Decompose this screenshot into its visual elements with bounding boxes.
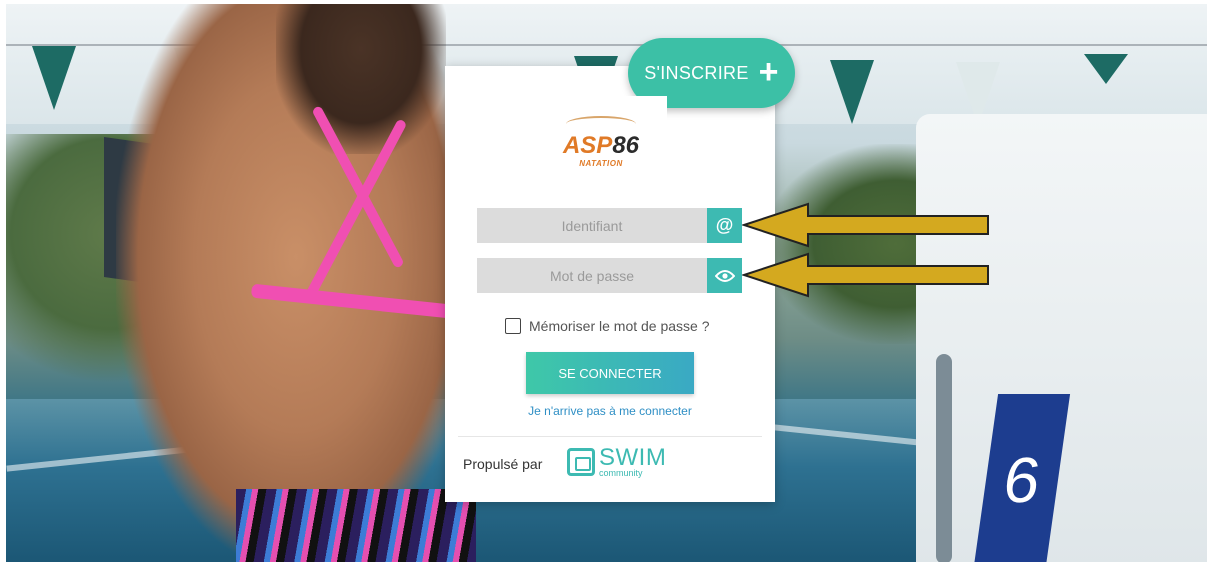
annotation-arrow	[742, 252, 989, 298]
powered-by-label: Propulsé par	[463, 456, 543, 472]
username-field: @	[477, 208, 742, 243]
remember-label: Mémoriser le mot de passe ?	[529, 318, 710, 334]
forgot-link[interactable]: Je n'arrive pas à me connecter	[445, 404, 775, 418]
annotation-arrow	[742, 202, 989, 248]
bunting-flag	[32, 46, 76, 110]
bunting-flag	[830, 60, 874, 124]
logo-brand: ASP86	[563, 134, 639, 158]
bunting-flag	[1084, 54, 1128, 84]
divider	[458, 436, 762, 437]
plus-icon: +	[758, 52, 779, 91]
swim-community-logo[interactable]: SWIM community	[567, 446, 666, 478]
crest-icon	[566, 116, 636, 132]
login-button[interactable]: SE CONNECTER	[526, 352, 694, 394]
signup-label: S'INSCRIRE	[644, 62, 749, 83]
swimmer-hair	[276, 4, 446, 154]
swim-logo-icon	[567, 448, 595, 476]
logo-brand-left: ASP	[562, 132, 613, 159]
logo-subtitle: NATATION	[579, 159, 623, 168]
club-logo: ASP86 NATATION	[535, 96, 667, 188]
password-field	[477, 258, 742, 293]
at-icon: @	[707, 208, 742, 243]
starting-block-rail	[936, 354, 952, 562]
swim-logo-name: SWIM	[599, 444, 667, 471]
lane-number: 6	[973, 394, 1071, 562]
username-input[interactable]	[477, 208, 707, 243]
swimsuit-bottoms	[236, 489, 476, 562]
remember-password[interactable]: Mémoriser le mot de passe ?	[505, 318, 710, 334]
swim-logo-sub: community	[599, 468, 643, 478]
remember-checkbox[interactable]	[505, 318, 521, 334]
eye-icon[interactable]	[707, 258, 742, 293]
starting-block: 6	[916, 114, 1207, 562]
logo-brand-right: 86	[612, 132, 640, 159]
password-input[interactable]	[477, 258, 707, 293]
